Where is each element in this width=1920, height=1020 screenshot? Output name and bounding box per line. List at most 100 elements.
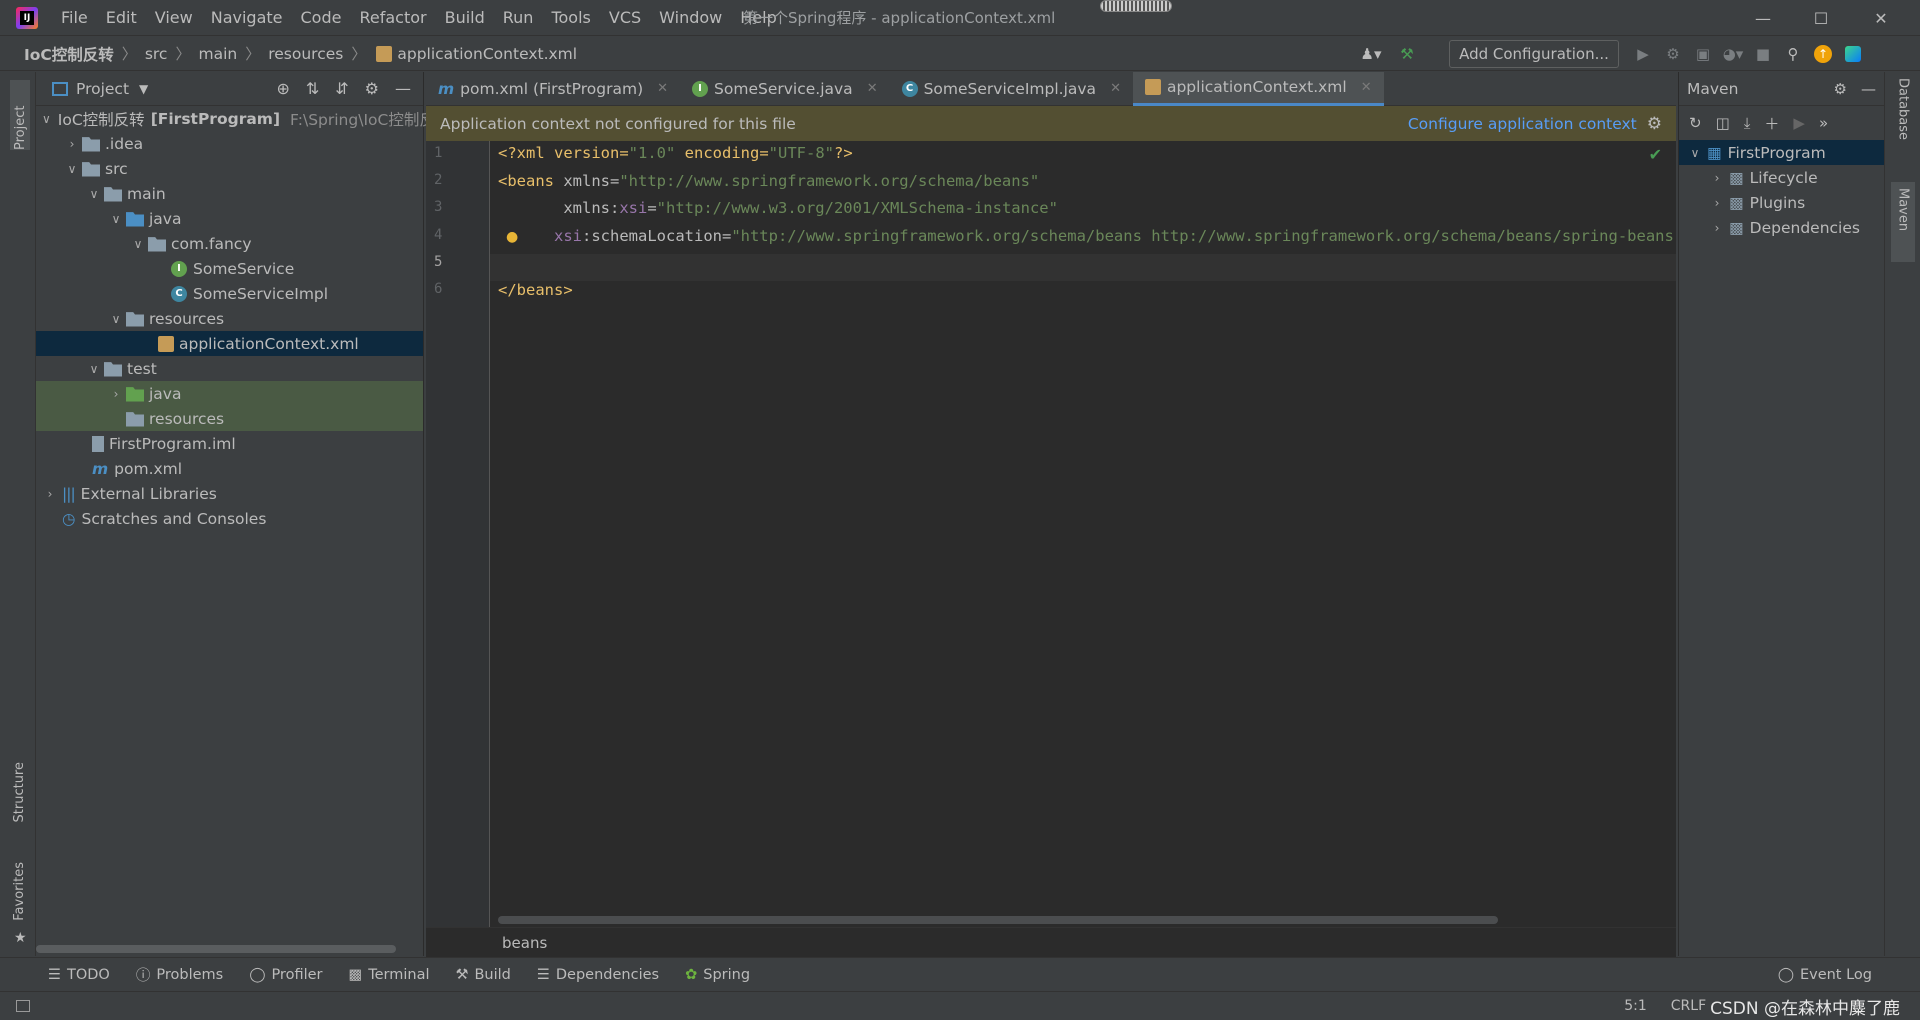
tree-node-someservice[interactable]: I SomeService <box>36 256 423 281</box>
horizontal-scrollbar[interactable] <box>498 916 1498 924</box>
tree-node-project-root[interactable]: ∨ IoC控制反转 [FirstProgram] F:\Spring\IoC控制… <box>36 106 435 131</box>
menu-run[interactable]: Run <box>494 0 543 36</box>
breadcrumb-resources[interactable]: resources <box>268 45 343 63</box>
tree-node-test-java[interactable]: › java <box>36 381 423 406</box>
user-dropdown-icon[interactable]: ♟▾ <box>1360 43 1382 65</box>
add-configuration-button[interactable]: Add Configuration... <box>1449 40 1619 68</box>
close-icon[interactable]: ✕ <box>657 81 668 96</box>
add-folder-icon[interactable]: ◫ <box>1716 114 1730 132</box>
menu-edit[interactable]: Edit <box>97 0 146 36</box>
breadcrumb-main[interactable]: main <box>198 45 237 63</box>
tree-node-pom[interactable]: m pom.xml <box>36 456 423 481</box>
chevron-right-icon[interactable]: › <box>1709 196 1725 210</box>
maven-node-plugins[interactable]: › ▩ Plugins <box>1679 190 1884 215</box>
build-hammer-icon[interactable]: ⚒ <box>1396 43 1418 65</box>
chevron-down-icon[interactable]: ∨ <box>108 312 124 326</box>
tab-applicationcontext[interactable]: applicationContext.xml ✕ <box>1132 71 1384 106</box>
tree-node-resources[interactable]: ∨ resources <box>36 306 423 331</box>
maven-root-node[interactable]: ∨ ▦ FirstProgram <box>1679 140 1884 165</box>
chevron-down-icon[interactable]: ∨ <box>64 162 80 176</box>
chevron-down-icon[interactable]: ∨ <box>86 187 102 201</box>
menu-file[interactable]: File <box>52 0 97 36</box>
caret-position[interactable]: 5:1 <box>1624 998 1647 1014</box>
menu-navigate[interactable]: Navigate <box>202 0 292 36</box>
breadcrumb-project[interactable]: IoC控制反转 <box>24 43 114 65</box>
locate-icon[interactable]: ⊕ <box>276 79 289 98</box>
breadcrumb-file[interactable]: applicationContext.xml <box>397 45 577 63</box>
maven-node-dependencies[interactable]: › ▩ Dependencies <box>1679 215 1884 240</box>
event-log-button[interactable]: ◯ Event Log <box>1778 967 1872 983</box>
minimize-button[interactable]: — <box>1734 0 1792 36</box>
collapse-all-icon[interactable]: ⇵ <box>335 79 348 98</box>
chevron-right-icon[interactable]: › <box>64 137 80 151</box>
hide-panel-icon[interactable]: — <box>1861 80 1876 98</box>
coverage-icon[interactable]: ▣ <box>1692 43 1714 65</box>
toggle-tool-windows-icon[interactable] <box>16 1000 30 1012</box>
horizontal-scrollbar[interactable] <box>36 945 396 953</box>
maximize-button[interactable]: ☐ <box>1792 0 1850 36</box>
chevron-down-icon[interactable]: ∨ <box>108 212 124 226</box>
close-window-button[interactable]: ✕ <box>1852 0 1910 36</box>
memory-indicator[interactable] <box>1100 0 1172 12</box>
chevron-down-icon[interactable]: ∨ <box>86 362 102 376</box>
chevron-down-icon[interactable]: ∨ <box>130 237 146 251</box>
maven-tool-button[interactable]: Maven <box>1891 182 1915 262</box>
menu-tools[interactable]: Tools <box>542 0 599 36</box>
database-tool-button[interactable]: Database <box>1893 72 1913 164</box>
menu-vcs[interactable]: VCS <box>600 0 650 36</box>
tree-node-scratches[interactable]: ◷ Scratches and Consoles <box>36 506 423 531</box>
gear-icon[interactable]: ⚙ <box>1647 114 1662 134</box>
menu-view[interactable]: View <box>146 0 202 36</box>
chevron-right-icon[interactable]: › <box>42 487 58 501</box>
project-panel-title[interactable]: Project <box>76 80 129 98</box>
tree-node-src[interactable]: ∨ src <box>36 156 423 181</box>
stop-icon[interactable]: ■ <box>1752 43 1774 65</box>
tree-node-java[interactable]: ∨ java <box>36 206 423 231</box>
run-icon[interactable]: ▶ <box>1632 43 1654 65</box>
line-separator[interactable]: CRLF <box>1671 998 1706 1014</box>
terminal-tool-button[interactable]: ▩ Terminal <box>349 967 430 983</box>
toolbox-icon[interactable] <box>1842 43 1864 65</box>
breadcrumb-src[interactable]: src <box>145 45 168 63</box>
code-editor[interactable]: 1 2 3 4 5 6 ● <?xml version="1.0" encodi… <box>426 141 1676 927</box>
chevron-down-icon[interactable]: ▼ <box>139 82 148 96</box>
menu-code[interactable]: Code <box>292 0 351 36</box>
structure-tool-button[interactable]: Structure <box>12 762 27 822</box>
problems-tool-button[interactable]: ⓘ Problems <box>136 964 223 985</box>
tree-node-someserviceimpl[interactable]: C SomeServiceImpl <box>36 281 423 306</box>
menu-window[interactable]: Window <box>650 0 731 36</box>
profiler-tool-button[interactable]: ◯ Profiler <box>249 967 322 983</box>
close-icon[interactable]: ✕ <box>1361 80 1372 95</box>
gear-icon[interactable]: ⚙ <box>1834 80 1847 98</box>
tree-node-applicationcontext[interactable]: applicationContext.xml <box>36 331 423 356</box>
tree-node-iml[interactable]: FirstProgram.iml <box>36 431 423 456</box>
close-icon[interactable]: ✕ <box>1110 81 1121 96</box>
debug-icon[interactable]: ⚙ <box>1662 43 1684 65</box>
expand-all-icon[interactable]: ⇅ <box>306 79 319 98</box>
run-icon[interactable]: ▶ <box>1793 114 1805 132</box>
maven-node-lifecycle[interactable]: › ▩ Lifecycle <box>1679 165 1884 190</box>
chevron-right-icon[interactable]: › <box>1709 171 1725 185</box>
configure-context-link[interactable]: Configure application context <box>1408 115 1637 133</box>
project-tool-button[interactable]: Project <box>10 80 30 150</box>
chevron-down-icon[interactable]: ∨ <box>42 112 51 126</box>
tree-node-external-libraries[interactable]: › ||| External Libraries <box>36 481 423 506</box>
tab-someserviceimpl[interactable]: C SomeServiceImpl.java ✕ <box>890 72 1133 106</box>
menu-build[interactable]: Build <box>436 0 494 36</box>
tree-node-test-resources[interactable]: resources <box>36 406 423 431</box>
hide-panel-icon[interactable]: — <box>395 79 411 98</box>
close-icon[interactable]: ✕ <box>867 81 878 96</box>
search-icon[interactable]: ⚲ <box>1782 43 1804 65</box>
lightbulb-icon[interactable]: ● <box>506 229 518 245</box>
todo-tool-button[interactable]: ☰ TODO <box>48 967 110 983</box>
reload-icon[interactable]: ↻ <box>1689 114 1702 132</box>
profile-icon[interactable]: ◕▾ <box>1722 43 1744 65</box>
tree-node-idea[interactable]: › .idea <box>36 131 423 156</box>
tree-node-test[interactable]: ∨ test <box>36 356 423 381</box>
chevron-down-icon[interactable]: ∨ <box>1687 146 1703 160</box>
gear-icon[interactable]: ⚙ <box>365 79 379 98</box>
more-icon[interactable]: » <box>1819 114 1828 132</box>
tab-someservice[interactable]: I SomeService.java ✕ <box>680 72 890 106</box>
breadcrumb-beans[interactable]: beans <box>502 934 547 952</box>
chevron-right-icon[interactable]: › <box>108 387 124 401</box>
